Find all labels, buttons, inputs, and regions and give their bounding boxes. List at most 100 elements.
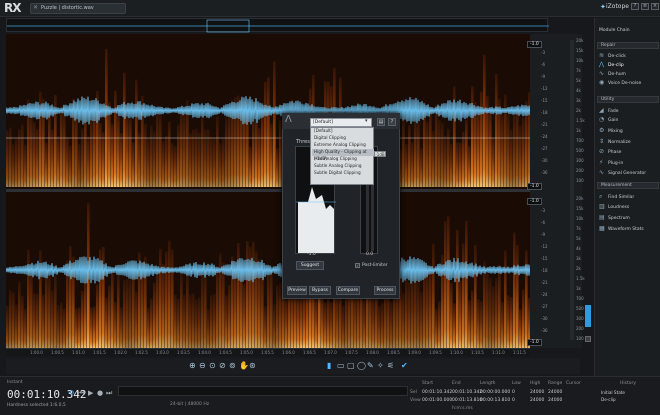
module-chain-link[interactable]: Module Chain — [599, 28, 630, 33]
measurement-section-header[interactable]: Measurement — [597, 182, 659, 189]
time-selection-icon[interactable]: ▮ — [327, 361, 331, 370]
history-item[interactable]: De-clip — [601, 397, 616, 402]
module-phase[interactable]: ⊘ Phase — [599, 147, 659, 156]
history-item[interactable]: Initial State — [601, 390, 625, 395]
preset-option[interactable]: Subtle Digital Clipping — [312, 170, 374, 177]
module-plug-in[interactable]: ⚡ Plug-in — [599, 158, 659, 167]
menu-button[interactable]: ≡ — [641, 3, 649, 10]
rectangle-selection-icon[interactable]: ▢ — [347, 361, 355, 370]
lasso-icon[interactable]: ◯ — [357, 361, 366, 370]
time-format-label[interactable]: h:m:s.ms — [452, 406, 473, 411]
spectral-column — [156, 268, 159, 348]
spectral-column — [111, 124, 114, 187]
preset-option-selected[interactable]: High Quality - Clipping at (-1dB) — [312, 149, 374, 161]
spectral-column — [489, 108, 492, 187]
preview-button[interactable]: Preview — [287, 286, 307, 295]
hz-tick: 1k — [576, 128, 581, 133]
suggest-button[interactable]: Suggest — [296, 261, 324, 270]
spectral-column — [81, 291, 84, 348]
module-de-hum[interactable]: ∿ De-hum — [599, 69, 659, 78]
waveform-spectrogram-blend-slider[interactable] — [585, 305, 591, 327]
module-waveform-stats[interactable]: ▦ Waveform Stats — [599, 224, 659, 233]
module-normalize[interactable]: ⇕ Normalize — [599, 137, 659, 146]
process-button[interactable]: Process — [374, 286, 396, 295]
spectral-column — [24, 308, 27, 348]
module-de-clip[interactable]: ⋀ De-clip — [599, 60, 659, 69]
phase-icon: ⊘ — [599, 148, 605, 155]
preset-option[interactable]: Subtle Analog Clipping — [312, 163, 374, 170]
waveform-overview[interactable] — [6, 18, 549, 33]
sel-length[interactable]: 00:00:00.000 — [480, 390, 510, 395]
sel-start[interactable]: 00:01:10.342 — [422, 390, 452, 395]
zoom-frequency-icon[interactable]: ⊚ — [229, 361, 236, 370]
record-icon[interactable]: ● — [97, 389, 103, 397]
tab-close-icon[interactable]: ✕ — [33, 4, 38, 11]
sel-low[interactable]: 0 — [512, 390, 515, 395]
spectral-column — [177, 124, 180, 187]
frequency-selection-icon[interactable]: ▭ — [337, 361, 345, 370]
spectral-column — [42, 294, 45, 348]
module-fade[interactable]: ◢ Fade — [599, 106, 659, 115]
instant-process-label[interactable]: Instant — [7, 380, 23, 385]
preset-option[interactable]: Digital Clipping — [312, 135, 374, 142]
module-voice-de-noise[interactable]: ◉ Voice De-noise — [599, 78, 659, 87]
bypass-button[interactable]: Bypass — [309, 286, 331, 295]
skip-back-icon[interactable]: ⏮ — [78, 389, 84, 398]
chevron-down-icon[interactable]: ▾ — [365, 118, 368, 124]
sel-range[interactable]: 24000 — [548, 390, 562, 395]
sel-end[interactable]: 00:01:10.342 — [452, 390, 482, 395]
view-high[interactable]: 24000 — [530, 398, 544, 403]
preset-option[interactable]: [Default] — [312, 128, 374, 135]
view-range[interactable]: 24000 — [548, 398, 562, 403]
time-tick: 1:01.5 — [93, 350, 106, 355]
threshold-value[interactable]: -1.0 — [307, 252, 316, 257]
gain-icon: ◔ — [599, 116, 605, 123]
preset-dropdown[interactable]: [Default] — [310, 118, 372, 127]
module-loudness[interactable]: ▥ Loudness — [599, 202, 659, 211]
spectral-column — [45, 268, 48, 348]
module-gain[interactable]: ◔ Gain — [599, 115, 659, 124]
db-tick: -6 — [541, 62, 545, 67]
compare-button[interactable]: Compare — [336, 286, 360, 295]
module-de-click[interactable]: ≋ De-click — [599, 51, 659, 60]
zoom-fit-icon[interactable]: ⊘ — [219, 361, 226, 370]
preset-option[interactable]: Mild Analog Clipping — [312, 156, 374, 163]
zoom-tool-icon[interactable]: ⊛ — [249, 361, 256, 370]
save-preset-icon[interactable]: ▤ — [377, 118, 385, 126]
module-spectrum[interactable]: ▤ Spectrum — [599, 213, 659, 222]
play-icon[interactable]: ▶ — [88, 389, 93, 397]
sel-high[interactable]: 24000 — [530, 390, 544, 395]
colormap-button[interactable] — [585, 336, 591, 342]
utility-section-header[interactable]: Utility — [597, 96, 659, 103]
wand-icon[interactable]: ✧ — [377, 361, 384, 370]
vertical-zoom-track[interactable] — [570, 40, 574, 340]
view-length[interactable]: 00:00:13.810 — [480, 398, 510, 403]
preset-option[interactable]: Extreme Analog Clipping — [312, 142, 374, 149]
spectral-column — [51, 290, 54, 348]
close-button[interactable]: × — [651, 3, 659, 10]
zoom-selection-icon[interactable]: ⊙ — [209, 361, 216, 370]
view-end[interactable]: 00:01:13.810 — [452, 398, 482, 403]
module-mixing[interactable]: ⚙ Mixing — [599, 126, 659, 135]
module-find-similar[interactable]: ⌕ Find Similar — [599, 192, 659, 201]
zoom-in-icon[interactable]: ⊕ — [189, 361, 196, 370]
view-low[interactable]: 0 — [512, 398, 515, 403]
zoom-out-icon[interactable]: ⊖ — [199, 361, 206, 370]
help-icon[interactable]: ? — [388, 118, 396, 126]
header-cursor: Cursor — [566, 381, 581, 386]
view-start[interactable]: 00:01:00.000 — [422, 398, 452, 403]
skip-forward-icon[interactable]: ⏭ — [106, 389, 112, 398]
post-limiter-checkbox[interactable]: ✓ — [355, 263, 360, 268]
repair-section-header[interactable]: Repair — [597, 42, 659, 49]
harmonic-selection-icon[interactable]: ⚟ — [387, 361, 394, 370]
module-signal-generator[interactable]: ∿ Signal Generator — [599, 168, 659, 177]
loop-icon[interactable]: ⟲ — [68, 389, 74, 397]
amplitude-frequency-scale[interactable] — [530, 34, 582, 348]
hand-icon[interactable]: ✋ — [239, 361, 249, 370]
brush-icon[interactable]: ✎ — [367, 361, 374, 370]
hz-tick: 3k — [576, 98, 581, 103]
spectral-column — [123, 280, 126, 348]
help-button[interactable]: ? — [631, 3, 639, 10]
db-tick: -36 — [541, 170, 548, 175]
apply-check-icon[interactable]: ✔ — [401, 361, 408, 370]
